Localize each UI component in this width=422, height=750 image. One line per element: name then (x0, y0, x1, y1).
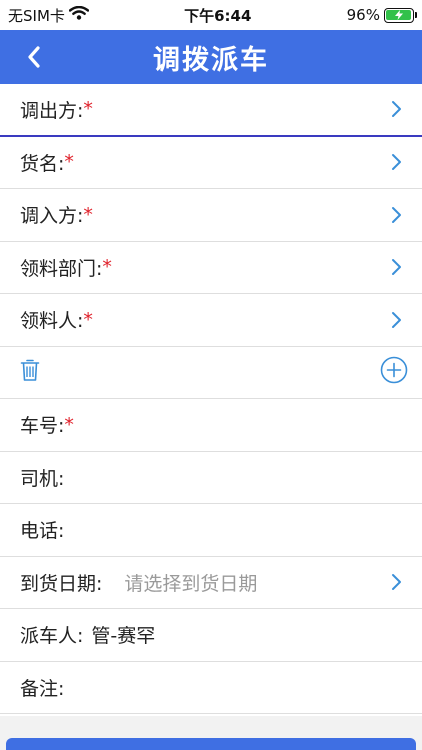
chevron-right-icon (392, 259, 401, 276)
battery-fill (386, 10, 412, 20)
battery-cap (414, 11, 417, 18)
dispatcher-label: 派车人: (20, 625, 84, 648)
carrier-text: 无SIM卡 (8, 6, 65, 25)
row-receiver[interactable]: 领料人: * (0, 294, 422, 347)
required-marker: * (64, 413, 74, 436)
receiver-label: 领料人: (20, 310, 84, 333)
bottom-area (0, 716, 422, 750)
row-receiving-department[interactable]: 领料部门: * (0, 242, 422, 294)
required-marker: * (83, 308, 93, 331)
battery-percent: 96% (346, 6, 380, 24)
plate-number-label: 车号: (20, 415, 65, 438)
source-party-label: 调出方: (20, 99, 84, 122)
arrival-date-label: 到货日期: (20, 572, 103, 595)
row-goods-name[interactable]: 货名: * (0, 137, 422, 189)
row-arrival-date[interactable]: 到货日期: 请选择到货日期 (0, 557, 422, 609)
destination-party-label: 调入方: (20, 205, 84, 228)
chevron-right-icon (392, 101, 401, 118)
delete-button[interactable] (20, 358, 40, 387)
phone-label: 电话: (20, 520, 65, 543)
row-source-party[interactable]: 调出方: * (0, 84, 422, 137)
dispatch-form: 调出方: * 货名: * 调入方: * 领料部门: * 领料人: * 车号: *… (0, 84, 422, 714)
submit-button[interactable] (6, 738, 416, 750)
required-marker: * (102, 256, 112, 279)
charging-bolt-icon (394, 10, 403, 20)
back-button[interactable] (14, 30, 54, 84)
receiving-department-label: 领料部门: (20, 257, 103, 280)
row-phone[interactable]: 电话: (0, 504, 422, 557)
row-destination-party[interactable]: 调入方: * (0, 189, 422, 242)
battery-icon (383, 7, 417, 23)
goods-name-label: 货名: (20, 152, 65, 175)
page-title: 调拨派车 (153, 44, 269, 76)
chevron-right-icon (392, 311, 401, 328)
vehicle-toolbar (0, 347, 422, 399)
trash-icon (20, 359, 40, 381)
required-marker: * (83, 98, 93, 121)
row-dispatcher: 派车人: 管-赛罕 (0, 609, 422, 662)
row-plate-number[interactable]: 车号: * (0, 399, 422, 452)
row-driver[interactable]: 司机: (0, 452, 422, 504)
row-remarks[interactable]: 备注: (0, 662, 422, 714)
status-right: 96% (346, 6, 417, 24)
chevron-right-icon (392, 574, 401, 591)
navigation-bar: 调拨派车 (0, 30, 422, 84)
arrival-date-placeholder[interactable]: 请选择到货日期 (124, 569, 257, 596)
driver-label: 司机: (20, 467, 65, 490)
status-bar: 无SIM卡 下午6:44 96% (0, 0, 422, 30)
plus-circle-icon (380, 356, 408, 384)
status-time: 下午6:44 (184, 6, 252, 25)
required-marker: * (64, 151, 74, 174)
dispatcher-value: 管-赛罕 (91, 625, 156, 648)
status-left: 无SIM卡 (8, 5, 90, 26)
chevron-right-icon (392, 154, 401, 171)
chevron-left-icon (28, 46, 40, 68)
required-marker: * (83, 203, 93, 226)
remarks-label: 备注: (20, 677, 65, 700)
wifi-icon (68, 5, 90, 24)
add-button[interactable] (380, 356, 408, 389)
chevron-right-icon (392, 206, 401, 223)
